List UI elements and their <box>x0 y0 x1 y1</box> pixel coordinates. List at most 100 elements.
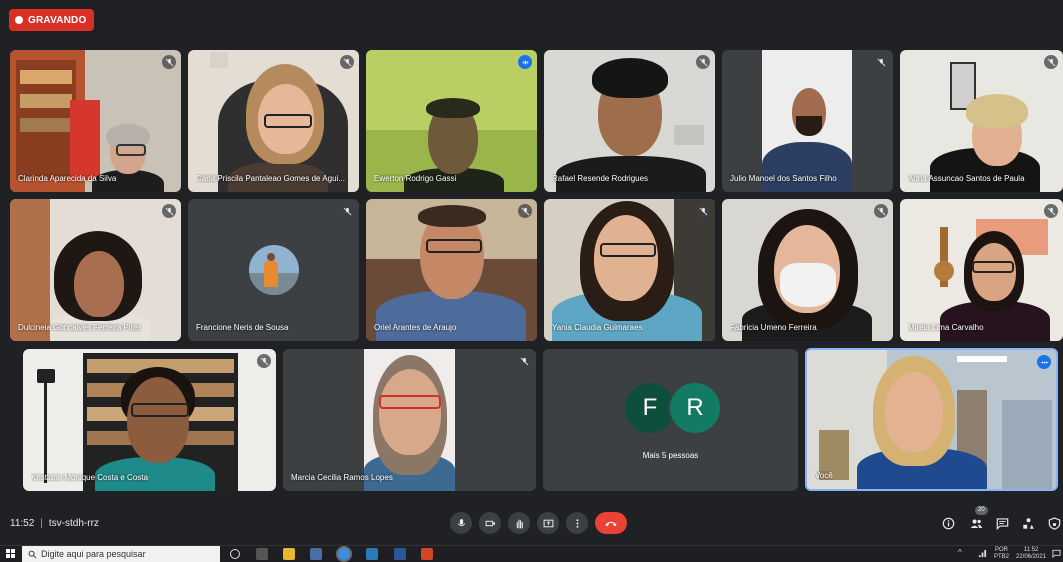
meeting-controls-bar: 11:52 | tsv-stdh-rrz 20 <box>0 505 1063 545</box>
participant-name: Julio Manoel dos Santos Filho <box>730 174 837 183</box>
notifications-icon[interactable] <box>1052 549 1061 561</box>
meeting-details-button[interactable] <box>940 515 956 531</box>
speaking-indicator-icon <box>518 55 532 69</box>
muted-mic-icon <box>696 204 710 218</box>
participant-tile[interactable]: Ewerton Rodrigo Gassi <box>366 50 537 192</box>
hand-icon <box>516 519 523 528</box>
microphone-button[interactable] <box>450 512 472 534</box>
more-options-icon[interactable] <box>1037 355 1051 369</box>
avatar <box>249 245 299 295</box>
leave-call-button[interactable] <box>595 512 627 534</box>
word-icon[interactable] <box>394 548 406 560</box>
microphone-icon <box>457 518 465 526</box>
participant-tile[interactable]: Marcia Cecilia Ramos Lopes <box>283 349 536 491</box>
present-screen-icon <box>543 519 553 527</box>
language-layout: PTB2 <box>994 554 1010 560</box>
participant-tile[interactable]: Oriel Arantes de Araujo <box>366 199 537 341</box>
clock-date: 22/06/2021 <box>1016 554 1047 560</box>
participant-name: Marcia Cecilia Ramos Lopes <box>291 473 393 482</box>
more-vert-icon <box>576 518 578 528</box>
self-tile[interactable]: Você <box>805 348 1058 491</box>
muted-mic-icon <box>1044 55 1058 69</box>
muted-mic-icon <box>340 55 354 69</box>
participant-tile[interactable]: Carla Priscila Pantaleao Gomes de Agui..… <box>188 50 359 192</box>
tray-chevron-icon[interactable]: ^ <box>958 549 962 557</box>
camera-button[interactable] <box>479 512 501 534</box>
raise-hand-button[interactable] <box>508 512 530 534</box>
calculator-icon[interactable] <box>310 548 322 560</box>
more-options-button[interactable] <box>566 512 588 534</box>
participant-name: Você <box>815 471 833 480</box>
more-participants-label: Mais 5 pessoas <box>642 451 699 460</box>
participant-count-badge: 20 <box>975 506 988 515</box>
participant-name: Fabricia Umeno Ferreira <box>730 323 817 332</box>
app-icon[interactable] <box>366 548 378 560</box>
file-explorer-icon[interactable] <box>283 548 295 560</box>
participant-name: Ewerton Rodrigo Gassi <box>374 174 457 183</box>
chat-icon <box>996 517 1008 530</box>
phone-hangup-icon <box>605 521 617 526</box>
meeting-code: tsv-stdh-rrz <box>48 518 99 529</box>
participants-button[interactable] <box>968 515 984 531</box>
participant-tile[interactable]: Yania Claudia Guimaraes <box>544 199 715 341</box>
participant-name: Mirela Lima Carvalho <box>908 323 984 332</box>
taskbar-search-box[interactable]: Digite aqui para pesquisar <box>22 546 220 562</box>
muted-mic-icon <box>874 204 888 218</box>
taskbar-clock[interactable]: 11:52 22/06/2021 <box>1016 547 1046 561</box>
participant-name: Adria Assuncao Santos de Paula <box>908 174 1025 183</box>
muted-mic-icon <box>696 55 710 69</box>
avatar-initial: F <box>642 394 658 421</box>
os-taskbar: Digite aqui para pesquisar ^ POR PTB2 11… <box>0 545 1063 562</box>
widgets-icon[interactable] <box>256 548 268 560</box>
muted-mic-icon <box>257 354 271 368</box>
participant-tile[interactable]: Rafael Resende Rodrigues <box>544 50 715 192</box>
muted-mic-icon <box>874 55 888 69</box>
task-view-icon[interactable] <box>230 549 240 559</box>
meeting-time: 11:52 <box>10 518 35 529</box>
host-controls-button[interactable] <box>1046 515 1062 531</box>
language-code: POR <box>995 547 1009 553</box>
participant-name: Francione Neris de Sousa <box>196 323 289 332</box>
muted-mic-icon <box>518 204 532 218</box>
participant-name: Rafael Resende Rodrigues <box>552 174 649 183</box>
separator: | <box>40 518 43 529</box>
network-icon[interactable] <box>978 549 987 561</box>
participant-tile[interactable]: Francione Neris de Sousa <box>188 199 359 341</box>
participant-tile[interactable]: Clarinda Aparecida da Silva <box>10 50 181 192</box>
windows-start-icon[interactable] <box>6 549 16 559</box>
meeting-info: 11:52 | tsv-stdh-rrz <box>10 518 99 529</box>
participant-name: Yania Claudia Guimaraes <box>552 323 643 332</box>
participant-name: Clarinda Aparecida da Silva <box>18 174 117 183</box>
camera-icon <box>485 520 495 526</box>
people-icon <box>970 518 982 528</box>
info-icon <box>942 517 954 529</box>
participant-name: Oriel Arantes de Araujo <box>374 323 457 332</box>
participant-tile[interactable]: Mirela Lima Carvalho <box>900 199 1063 341</box>
shield-lock-icon <box>1048 516 1060 530</box>
participant-name: Dulcineia Goncalves Ferreira Pires <box>18 323 142 332</box>
participant-tile[interactable]: Dulcineia Goncalves Ferreira Pires <box>10 199 181 341</box>
clock-time: 11:52 <box>1023 547 1039 553</box>
muted-mic-icon <box>162 55 176 69</box>
muted-mic-icon <box>162 204 176 218</box>
muted-mic-icon <box>517 354 531 368</box>
muted-mic-icon <box>1044 204 1058 218</box>
participant-tile[interactable]: Fabricia Umeno Ferreira <box>722 199 893 341</box>
chat-button[interactable] <box>994 515 1010 531</box>
language-indicator[interactable]: POR PTB2 <box>994 547 1009 561</box>
participant-name: Kristiane Monique Costa e Costa <box>31 473 148 482</box>
chrome-icon[interactable] <box>338 548 350 560</box>
participant-tile[interactable]: Adria Assuncao Santos de Paula <box>900 50 1063 192</box>
recording-label: GRAVANDO <box>28 14 87 26</box>
search-placeholder: Digite aqui para pesquisar <box>41 549 146 559</box>
search-icon <box>28 550 37 558</box>
activities-icon <box>1022 517 1034 529</box>
powerpoint-icon[interactable] <box>421 548 433 560</box>
present-button[interactable] <box>537 512 559 534</box>
more-participants-tile[interactable]: F R Mais 5 pessoas <box>543 349 798 491</box>
avatar-initial: R <box>686 394 704 421</box>
activities-button[interactable] <box>1020 515 1036 531</box>
participant-tile[interactable]: Kristiane Monique Costa e Costa <box>23 349 276 491</box>
participant-tile[interactable]: Julio Manoel dos Santos Filho <box>722 50 893 192</box>
avatar: R <box>668 381 722 435</box>
